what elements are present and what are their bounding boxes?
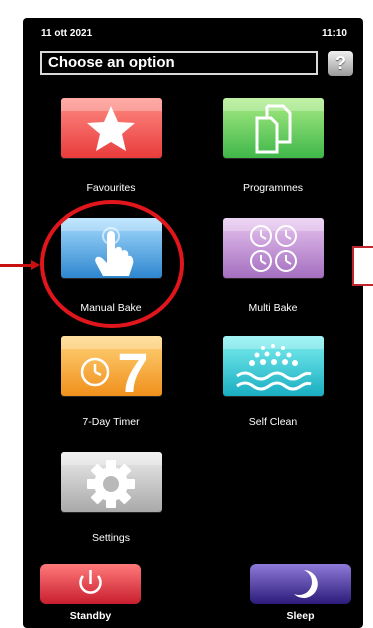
self-clean-button[interactable] [223,336,324,396]
power-icon [79,570,102,594]
status-date: 11 ott 2021 [41,28,93,39]
settings-button[interactable] [61,452,162,512]
favourites-button[interactable] [61,98,162,158]
standby-label: Standby [69,610,112,622]
favourites-label: Favourites [86,182,136,194]
star-icon [87,106,135,151]
annotation-callout-box [352,246,373,286]
oven-control-screen: 11 ott 2021 11:10 Choose an option ? Fav… [23,18,363,628]
prompt-bar: Choose an option [40,51,318,75]
clock-seven-icon: 7 [80,341,149,396]
seven-day-timer-button[interactable]: 7 [61,336,162,396]
documents-icon [255,104,292,154]
water-spray-icon [236,344,312,391]
programmes-label: Programmes [242,182,304,194]
highlight-circle [40,200,184,328]
sleep-label: Sleep [286,610,315,622]
standby-button[interactable] [40,564,141,604]
clocks-icon [250,225,297,272]
status-time: 11:10 [321,28,347,39]
multi-bake-button[interactable] [223,218,324,278]
annotation-arrow [0,264,32,267]
self-clean-label: Self Clean [248,416,298,428]
timer-digit: 7 [117,341,148,396]
programmes-button[interactable] [223,98,324,158]
seven-day-timer-label: 7-Day Timer [82,416,140,428]
sleep-button[interactable] [250,564,351,604]
moon-icon [294,570,318,598]
multi-bake-label: Multi Bake [248,302,298,314]
help-button[interactable]: ? [328,51,353,76]
settings-label: Settings [92,532,130,544]
gear-icon [87,460,135,508]
annotation-arrow-head [31,260,40,270]
